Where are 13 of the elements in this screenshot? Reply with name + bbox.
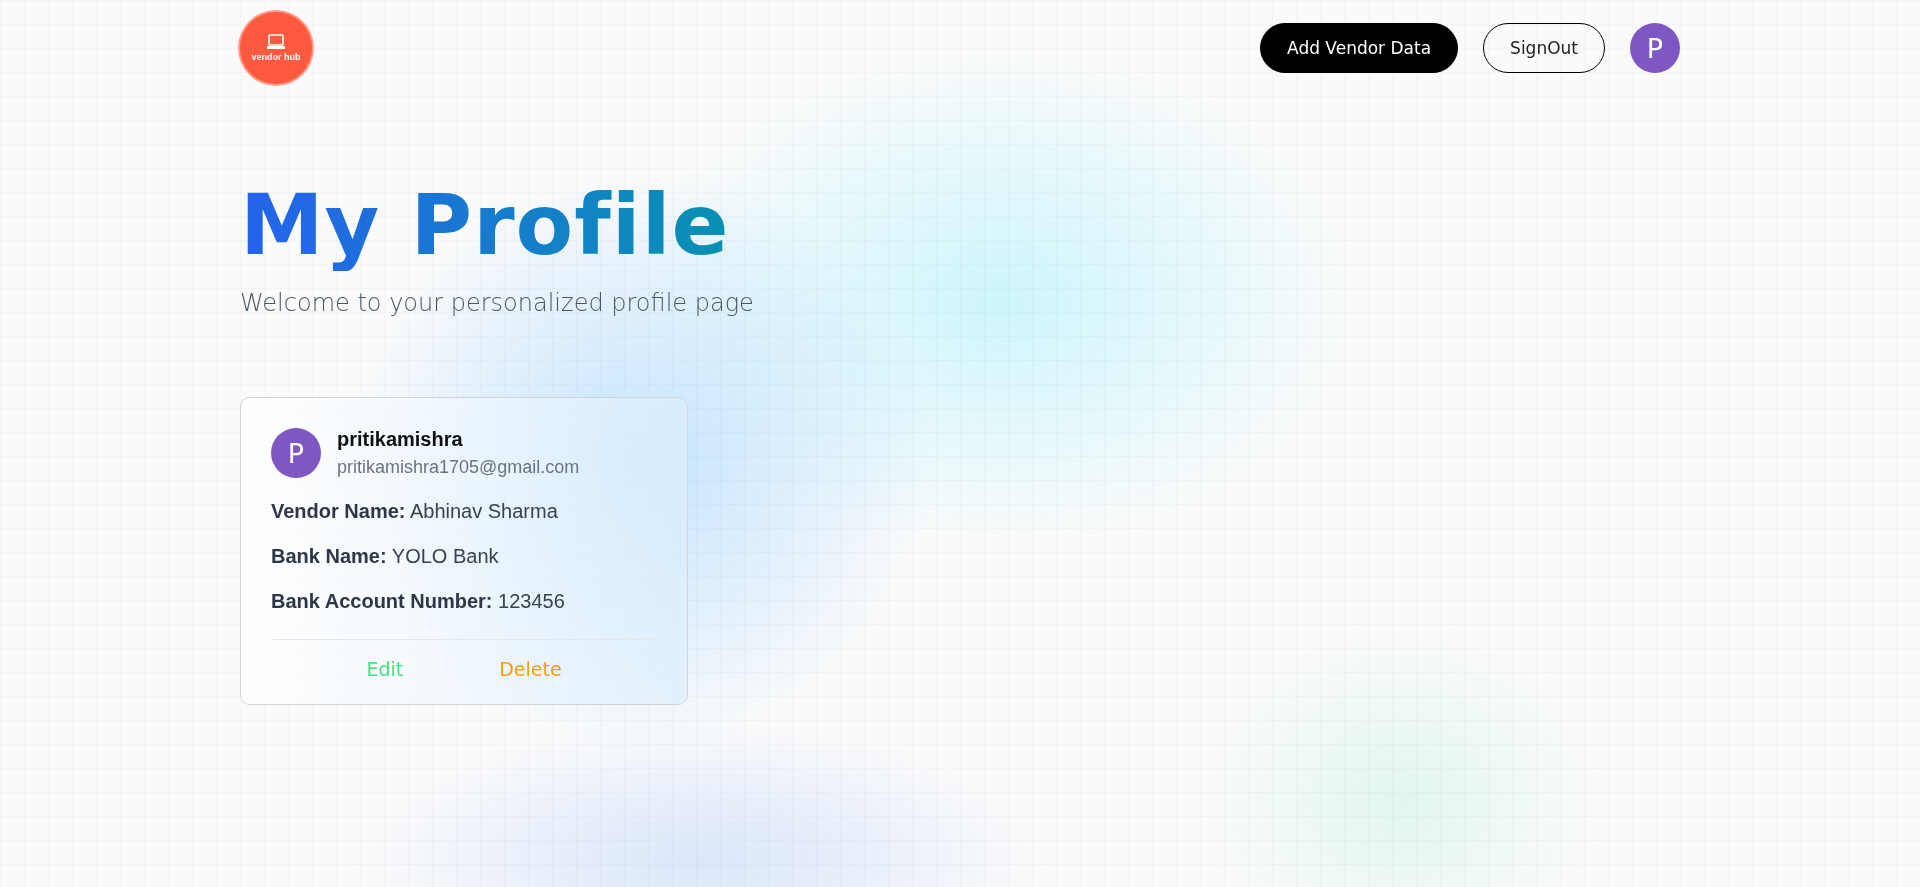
laptop-icon bbox=[266, 34, 286, 50]
logo-text: vendor hub bbox=[251, 52, 301, 62]
user-avatar[interactable]: P bbox=[1630, 23, 1680, 73]
profile-field: Bank Account Number: 123456 bbox=[271, 590, 657, 614]
logo[interactable]: vendor hub bbox=[240, 12, 312, 84]
add-vendor-button[interactable]: Add Vendor Data bbox=[1260, 23, 1459, 73]
user-avatar: P bbox=[271, 428, 321, 479]
profile-field: Vendor Name: Abhinav Sharma bbox=[271, 500, 657, 524]
profile-field: Bank Name: YOLO Bank bbox=[271, 545, 657, 569]
user-email: pritikamishra1705@gmail.com bbox=[337, 457, 580, 479]
username: pritikamishra bbox=[337, 428, 464, 452]
sign-out-button[interactable]: SignOut bbox=[1483, 23, 1605, 73]
page-subtitle: Welcome to your personalized profile page bbox=[240, 289, 754, 318]
